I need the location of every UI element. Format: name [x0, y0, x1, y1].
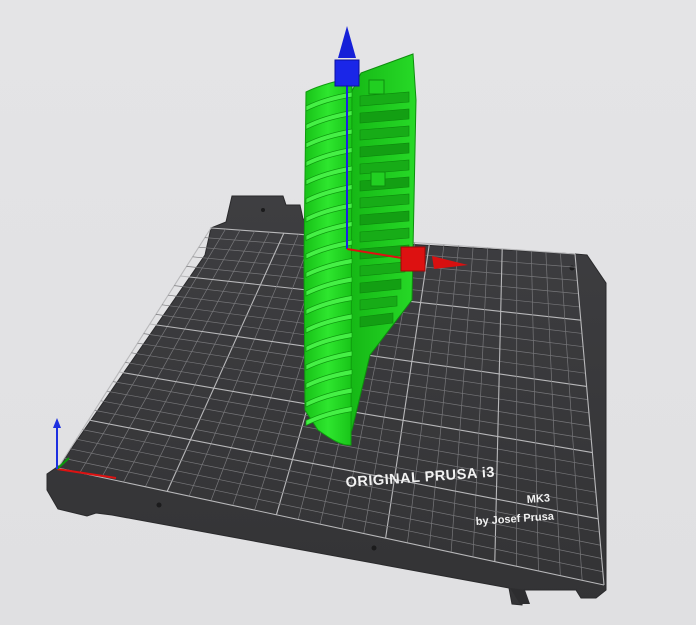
bed-logo-model: MK3	[526, 492, 550, 506]
move-z-arrow[interactable]	[338, 26, 356, 58]
model-block	[368, 79, 385, 95]
model-block	[370, 171, 386, 187]
bed-hole	[371, 545, 377, 551]
bed-hole	[261, 208, 265, 212]
scale-x-handle[interactable]	[400, 246, 426, 272]
scene-canvas[interactable]: ORIGINAL PRUSA i3 MK3 by Josef Prusa	[0, 0, 696, 625]
scale-z-handle[interactable]	[334, 59, 360, 87]
bed-hole	[156, 502, 162, 508]
bed-hole	[569, 265, 575, 271]
z-axis-tip	[53, 418, 61, 428]
3d-viewport[interactable]: ORIGINAL PRUSA i3 MK3 by Josef Prusa	[0, 0, 696, 625]
